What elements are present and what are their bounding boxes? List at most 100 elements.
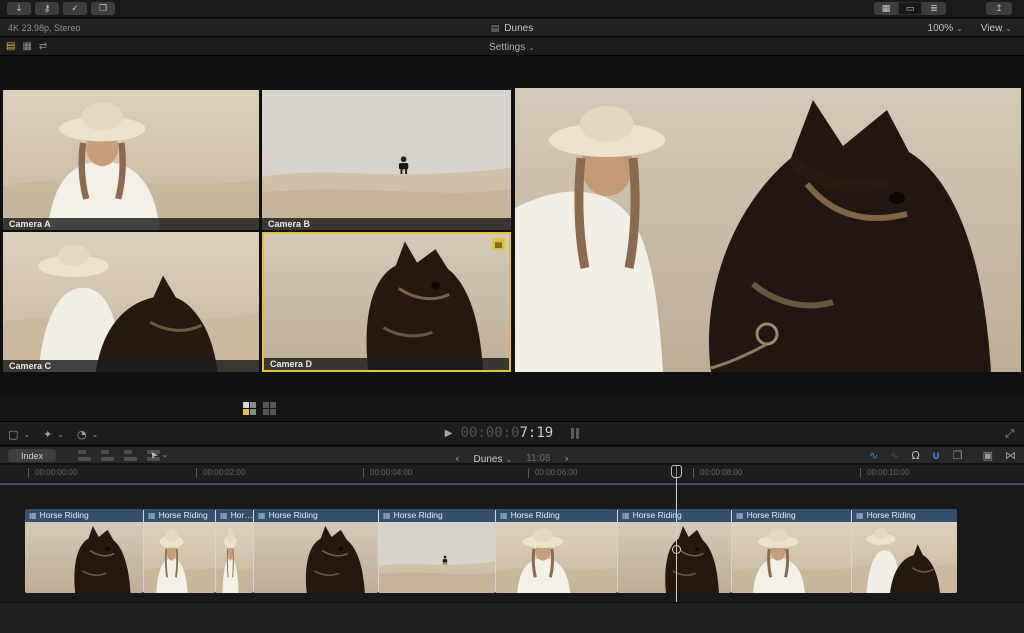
single-view-button[interactable]: ▭ xyxy=(898,2,922,15)
multicam-clip-icon: ▦ xyxy=(736,511,744,520)
camera-b-thumbnail xyxy=(262,90,511,230)
clip-thumbnail xyxy=(852,522,957,593)
storyline-spine xyxy=(0,483,1024,485)
clip-appearance-icon[interactable]: ▣ xyxy=(983,449,993,462)
angle-tile-camera-d[interactable]: ▤ Camera D xyxy=(262,232,511,372)
chevron-down-icon: ⌄ xyxy=(505,455,512,464)
timeline-clip[interactable]: ▦Horse Riding xyxy=(378,509,495,593)
meter-bar xyxy=(571,428,574,439)
chevron-down-icon: ⌄ xyxy=(528,43,535,52)
multicam-clip-icon: ▦ xyxy=(856,511,864,520)
download-icon: ↓ xyxy=(15,4,23,14)
play-button[interactable]: ▶ xyxy=(445,428,453,439)
timeline-toolbar: Index ➤⌄ ‹ Dunes⌄ 11:08 › ∿ ∿ Ω ∪ ❒ ▣ ⋈ xyxy=(0,447,1024,464)
ruler-tick: 00:00:04:00 xyxy=(363,468,412,478)
main-viewer[interactable] xyxy=(515,88,1021,372)
chevron-down-icon: ⌄ xyxy=(956,24,963,33)
clip-thumbnail xyxy=(732,522,851,593)
camera-c-thumbnail xyxy=(3,232,259,372)
viewer-options-button[interactable]: ≣ xyxy=(922,2,946,15)
analyze-button[interactable]: ✓ xyxy=(63,2,87,15)
camera-c-label: Camera C xyxy=(3,360,259,372)
angle-tile-camera-b[interactable]: Camera B xyxy=(262,90,511,230)
import-button[interactable]: ↓ xyxy=(7,2,31,15)
clip-thumbnail xyxy=(144,522,215,593)
timeline-clip[interactable]: ▦Horse Riding xyxy=(143,509,215,593)
chevron-down-icon: ⌄ xyxy=(1005,24,1012,33)
timeline-clip[interactable]: ▦Horse Riding xyxy=(617,509,731,593)
previous-project-button[interactable]: ‹ xyxy=(455,453,459,464)
timeline-ruler[interactable]: 00:00:00:00 00:00:02:00 00:00:04:00 00:0… xyxy=(0,465,1024,482)
camera-d-label: Camera D xyxy=(264,358,509,370)
camera-a-label: Camera A xyxy=(3,218,259,230)
multicam-clip-icon: ▦ xyxy=(383,511,391,520)
angle-tile-camera-a[interactable]: Camera A xyxy=(3,90,259,230)
angle-layout-switcher xyxy=(243,402,276,415)
skimming-toggle-icon[interactable]: ∿ xyxy=(869,449,878,462)
clip-name: Horse Riding xyxy=(633,510,682,520)
viewer-region: Camera A Camera B Camera C ▤ Camera D xyxy=(0,57,1024,395)
sliders-icon: ≣ xyxy=(930,4,938,14)
camera-b-label: Camera B xyxy=(262,218,511,230)
grid-view-icon: ▦ xyxy=(882,4,891,14)
ruler-tick: 00:00:06:00 xyxy=(528,468,577,478)
sidebar-toggle-icon[interactable]: ⋈ xyxy=(1005,449,1016,462)
audio-skimming-toggle-icon[interactable]: ∿ xyxy=(890,449,899,462)
timeline-project-name: Dunes xyxy=(474,454,503,465)
angle-grid-active-button[interactable] xyxy=(243,402,256,415)
tags-icon[interactable]: ❒ xyxy=(953,449,963,462)
multicam-clip-icon: ▦ xyxy=(29,511,37,520)
clip-thumbnail xyxy=(618,522,731,593)
timeline-clip[interactable]: ▦Horse Riding xyxy=(25,509,143,593)
timeline-bottom-area xyxy=(0,602,1024,633)
key-icon: ⚷ xyxy=(44,4,51,14)
share-button[interactable]: ↥ xyxy=(986,2,1012,15)
angle-grid-inactive-button[interactable] xyxy=(263,402,276,415)
multicam-clip-icon: ▦ xyxy=(622,511,630,520)
timecode-value: 7:19 xyxy=(520,425,554,441)
clip-name: Horse Riding xyxy=(394,510,443,520)
ruler-tick: 00:00:08:00 xyxy=(693,468,742,478)
snapping-toggle-icon[interactable]: ∪ xyxy=(932,449,941,462)
multicam-clip-icon: ▦ xyxy=(220,511,228,520)
clip-name: Horse Riding xyxy=(867,510,916,520)
audio-meters-button[interactable] xyxy=(571,428,579,439)
clip-name: Horse Riding xyxy=(159,510,208,520)
video-badge-icon: ▤ xyxy=(495,240,503,249)
zoom-level: 100% xyxy=(928,23,954,34)
timeline-clip[interactable]: ▦Horse Riding xyxy=(731,509,851,593)
next-project-button[interactable]: › xyxy=(564,453,568,464)
zoom-dropdown[interactable]: 100%⌄ xyxy=(928,23,963,34)
expand-timeline-icon[interactable]: ⤢ xyxy=(1005,427,1014,441)
settings-label: Settings xyxy=(489,42,525,53)
fcp-window: ↓ ⚷ ✓ ❒ ▦ ▭ ≣ ↥ 4K 23.98p, Stereo ▤Dunes… xyxy=(0,0,1024,633)
library-buttons: ↓ ⚷ ✓ ❒ xyxy=(7,2,119,15)
angle-tile-camera-c[interactable]: Camera C xyxy=(3,232,259,372)
solo-toggle-icon[interactable]: Ω xyxy=(911,449,919,462)
timeline-clip[interactable]: ▦Horse Riding xyxy=(253,509,378,593)
timecode-prefix: 00:00:0 xyxy=(460,425,519,441)
transport-bar: ▢⌄ ✦⌄ ◔⌄ ▶ 00:00:07:19 ⤢ xyxy=(0,421,1024,446)
check-circle-icon: ✓ xyxy=(71,4,79,14)
timeline-clip[interactable]: ▦Horse Riding xyxy=(851,509,957,593)
view-dropdown[interactable]: View⌄ xyxy=(981,23,1012,34)
clip-name: Horse Riding xyxy=(269,510,318,520)
view-label: View xyxy=(981,23,1003,34)
timeline-clip[interactable]: ▦Horse Riding xyxy=(495,509,617,593)
grid-view-button[interactable]: ▦ xyxy=(874,2,898,15)
settings-dropdown[interactable]: Settings⌄ xyxy=(0,42,1024,53)
film-icon: ▤ xyxy=(491,24,500,34)
clip-thumbnail xyxy=(25,522,143,593)
keywords-button[interactable]: ⚷ xyxy=(35,2,59,15)
single-view-icon: ▭ xyxy=(906,4,915,14)
timeline-clip[interactable]: ▦Horse Riding xyxy=(215,509,253,593)
clip-name: Horse Riding xyxy=(40,510,89,520)
title-toolbar: ↓ ⚷ ✓ ❒ ▦ ▭ ≣ ↥ xyxy=(0,0,1024,18)
camera-a-thumbnail xyxy=(3,90,259,230)
clip-name: Horse Riding xyxy=(511,510,560,520)
range-button[interactable]: ❒ xyxy=(91,2,115,15)
timeline-body[interactable]: ▦Horse Riding ▦Horse Riding ▦Horse Ridin… xyxy=(0,483,1024,633)
media-name: Dunes xyxy=(504,23,533,34)
clip-thumbnail xyxy=(254,522,378,593)
project-duration: 11:08 xyxy=(526,453,550,464)
